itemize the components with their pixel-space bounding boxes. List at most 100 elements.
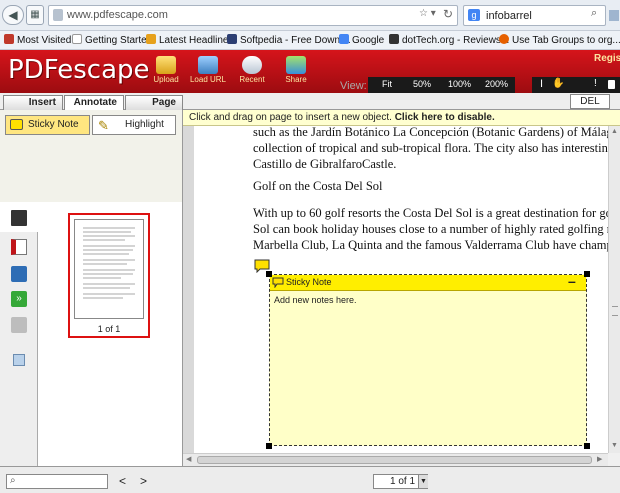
find-input[interactable]: ⌕	[6, 474, 108, 489]
bookmark-tab-groups[interactable]: Use Tab Groups to org...	[499, 34, 620, 46]
page-select[interactable]: 1 of 1 ▼	[373, 474, 428, 489]
page-icon	[72, 34, 82, 44]
delete-button[interactable]: DEL	[570, 94, 610, 109]
thumbnail-label: 1 of 1	[97, 324, 121, 334]
previous-result-button[interactable]: <	[119, 474, 126, 488]
bookmark-dottech[interactable]: dotTech.org - Reviews...	[389, 34, 509, 46]
share-button[interactable]: Share	[276, 56, 316, 84]
tabs-grid-icon[interactable]: ▦	[26, 5, 44, 25]
document-viewport: such as the Jardín Botánico La Concepció…	[183, 126, 608, 453]
logo: PDFescape	[8, 55, 150, 85]
tab-insert[interactable]: Insert	[3, 95, 63, 110]
back-button[interactable]: ◀	[2, 5, 24, 25]
next-result-button[interactable]: >	[140, 474, 147, 488]
bookmarks-bar: Most Visited Getting Started Latest Head…	[0, 31, 620, 50]
zoom-50[interactable]: 50%	[413, 79, 431, 89]
tab-annotate[interactable]: Annotate	[64, 95, 124, 110]
text-line: such as the Jardín Botánico La Concepció…	[253, 126, 608, 139]
thumbnail-text-lines	[83, 227, 135, 299]
sticky-note-header[interactable]: Sticky Note –	[270, 273, 586, 291]
bookmark-softpedia[interactable]: Softpedia - Free Downl...	[227, 34, 351, 46]
page-select-value: 1 of 1	[390, 476, 416, 487]
zoom-100[interactable]: 100%	[448, 79, 471, 89]
notice-text: Click and drag on page to insert a new o…	[189, 112, 395, 123]
highlight-tool[interactable]: ✎ Highlight	[92, 115, 176, 135]
highlighter-icon: ✎	[98, 118, 109, 133]
firefox-icon	[499, 34, 509, 44]
star-icon[interactable]: ☆ ▾	[419, 8, 436, 19]
download-icon[interactable]: »	[11, 291, 27, 307]
search-icon[interactable]: ⌕	[591, 7, 597, 20]
bookmark-getting-started[interactable]: Getting Started	[72, 34, 152, 46]
sticky-note[interactable]: Sticky Note – Add new notes here.	[269, 273, 587, 446]
pdf-file-icon[interactable]	[11, 239, 27, 255]
view-label: View:	[340, 80, 367, 92]
upload-button[interactable]: Upload	[146, 56, 186, 84]
app-header: PDFescape Upload Load URL Recent Share R…	[0, 50, 620, 93]
search-box[interactable]: g infobarrel ⌕	[463, 5, 606, 26]
info-icon[interactable]: !	[594, 78, 597, 89]
tool-panel: Sticky Note ✎ Highlight	[0, 110, 183, 202]
text-line: Sol can book holiday houses close to a n…	[253, 222, 608, 236]
zoom-fit[interactable]: Fit	[382, 79, 392, 89]
text-line: With up to 60 golf resorts the Costa Del…	[253, 206, 608, 220]
google-icon	[339, 34, 349, 44]
softpedia-icon	[227, 34, 237, 44]
sticky-note-body[interactable]: Add new notes here.	[274, 295, 357, 305]
hand-icon[interactable]: ✋	[552, 78, 564, 89]
search-engine-icon[interactable]: g	[468, 9, 480, 21]
recent-button[interactable]: Recent	[232, 56, 272, 84]
minimize-note-button[interactable]: –	[568, 273, 576, 289]
sticky-note-icon	[10, 119, 23, 130]
bookmark-most-visited[interactable]: Most Visited	[4, 34, 71, 46]
menu-icon[interactable]	[609, 10, 619, 21]
resize-handle[interactable]	[584, 271, 590, 277]
load-url-button[interactable]: Load URL	[188, 56, 228, 84]
bookmark-icon	[4, 34, 14, 44]
clock-icon	[242, 56, 262, 74]
sticky-note-tool[interactable]: Sticky Note	[5, 115, 90, 135]
dottech-icon	[389, 34, 399, 44]
text-line: Golf on the Costa Del Sol	[253, 179, 383, 193]
magnifier-icon: ⌕	[10, 475, 16, 486]
bottom-bar: ⌕ < > 1 of 1 ▼	[0, 466, 620, 493]
disable-notice-link[interactable]: Click here to disable.	[395, 112, 495, 123]
resize-handle[interactable]	[266, 271, 272, 277]
print-icon[interactable]	[11, 317, 27, 333]
reload-icon[interactable]: ↻	[443, 7, 453, 21]
tabs-row: Insert Annotate Page DEL	[0, 93, 620, 110]
pages-icon[interactable]	[11, 210, 27, 226]
thumbnail-panel: 1 of 1	[38, 202, 183, 466]
document-page[interactable]: such as the Jardín Botánico La Concepció…	[194, 126, 608, 453]
layout-icon[interactable]	[13, 354, 25, 366]
bookmark-latest-headlines[interactable]: Latest Headlines	[146, 34, 234, 46]
horizontal-scrollbar[interactable]: ◀ ▶	[183, 453, 608, 466]
resize-handle[interactable]	[266, 443, 272, 449]
register-link[interactable]: Regis	[594, 53, 620, 64]
note-icon	[272, 277, 284, 289]
site-icon	[53, 9, 63, 21]
scroll-grip-icon[interactable]	[612, 306, 618, 316]
bookmark-google[interactable]: Google	[339, 34, 384, 46]
sticky-note-title: Sticky Note	[286, 277, 332, 287]
text-line: Marbella Club, La Quinta and the famous …	[253, 238, 608, 252]
text-line: collection of tropical and sub-tropical …	[253, 141, 608, 155]
tab-page[interactable]: Page	[125, 95, 183, 110]
upload-icon	[156, 56, 176, 74]
scroll-up-icon[interactable]: ▲	[611, 128, 618, 135]
zoom-bar: Fit 50% 100% 200%	[368, 77, 515, 93]
vertical-scrollbar[interactable]: ▲ ▼	[608, 126, 620, 453]
chevron-down-icon[interactable]: ▼	[418, 475, 428, 488]
horizontal-scroll-thumb[interactable]	[197, 456, 592, 464]
folder-icon	[198, 56, 218, 74]
resize-handle[interactable]	[584, 443, 590, 449]
scroll-right-icon[interactable]: ▶	[597, 455, 602, 463]
address-bar[interactable]: www.pdfescape.com ☆ ▾ ↻	[48, 5, 458, 26]
save-icon[interactable]	[11, 266, 27, 282]
text-cursor-icon[interactable]: I	[540, 78, 543, 90]
lock-icon[interactable]	[608, 80, 615, 89]
scroll-left-icon[interactable]: ◀	[186, 455, 191, 463]
zoom-200[interactable]: 200%	[485, 79, 508, 89]
page-thumbnail[interactable]: 1 of 1	[68, 213, 150, 338]
scroll-down-icon[interactable]: ▼	[611, 442, 618, 449]
